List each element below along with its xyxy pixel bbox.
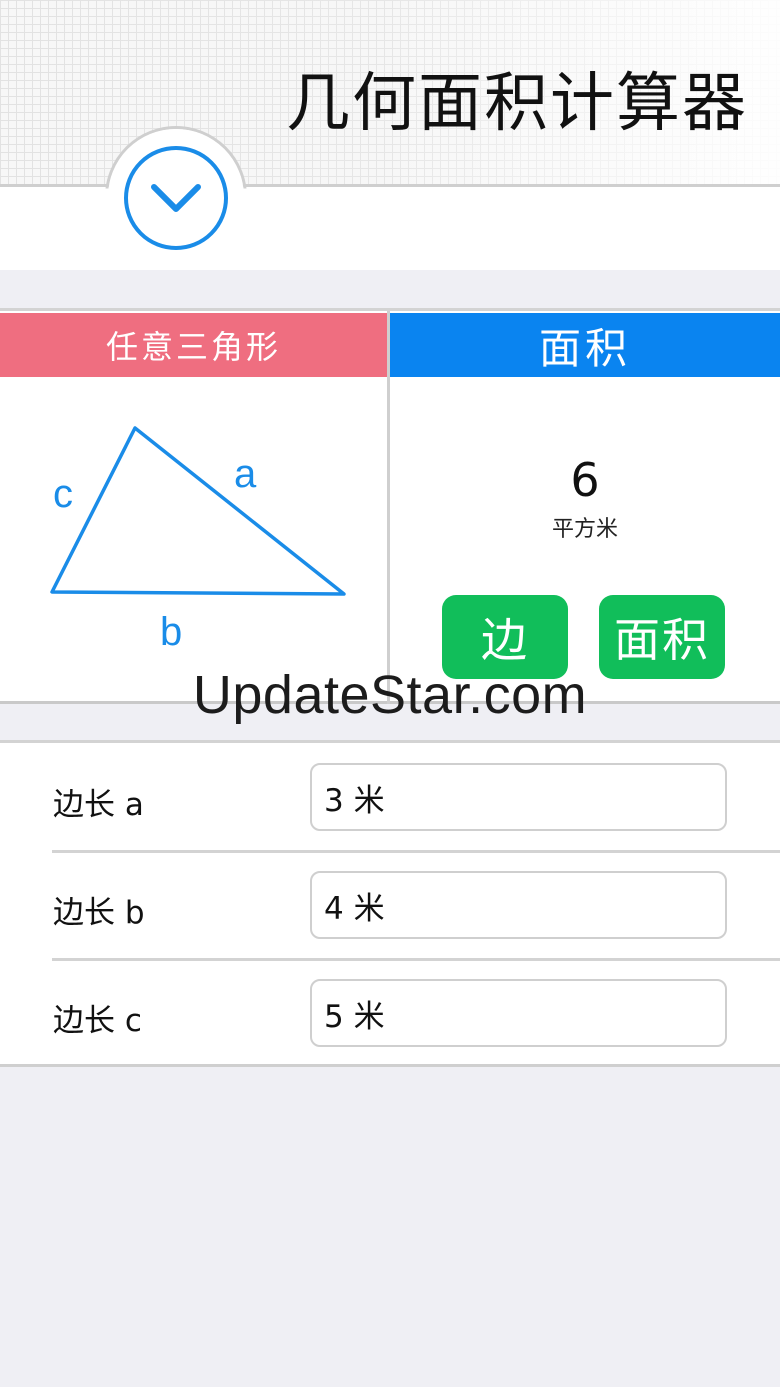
side-b-field[interactable]: 4 米 bbox=[310, 871, 727, 939]
result-type-tab[interactable]: 面积 bbox=[390, 313, 780, 377]
side-a-field[interactable]: 3 米 bbox=[310, 763, 727, 831]
side-label-c: c bbox=[53, 472, 73, 516]
list-item: 边长 b 4 米 bbox=[0, 851, 780, 961]
side-label-b: b bbox=[160, 610, 182, 654]
list-item: 边长 c 5 米 bbox=[0, 959, 780, 1067]
side-a-label: 边长 a bbox=[53, 787, 144, 823]
area-result-unit: 平方米 bbox=[551, 517, 618, 542]
app-title: 几何面积计算器 bbox=[286, 67, 748, 141]
list-item: 边长 a 3 米 bbox=[0, 743, 780, 853]
watermark-text: UpdateStar.com bbox=[192, 665, 588, 725]
area-result-value: 6 bbox=[570, 453, 600, 507]
calculator-card: 任意三角形 a c b 面积 6 平方米 边 面积 bbox=[0, 308, 780, 704]
shape-type-tab[interactable]: 任意三角形 bbox=[0, 313, 387, 377]
side-c-field[interactable]: 5 米 bbox=[310, 979, 727, 1047]
expand-toggle-button[interactable] bbox=[124, 146, 228, 250]
chevron-down-icon bbox=[151, 184, 201, 212]
side-input-list: 边长 a 3 米 边长 b 4 米 边长 c 5 米 bbox=[0, 740, 780, 1067]
side-c-label: 边长 c bbox=[53, 1003, 142, 1039]
side-b-label: 边长 b bbox=[53, 895, 145, 931]
shape-panel: 任意三角形 a c b bbox=[0, 311, 388, 704]
side-label-a: a bbox=[234, 452, 257, 496]
triangle-diagram: a c b bbox=[50, 426, 346, 654]
